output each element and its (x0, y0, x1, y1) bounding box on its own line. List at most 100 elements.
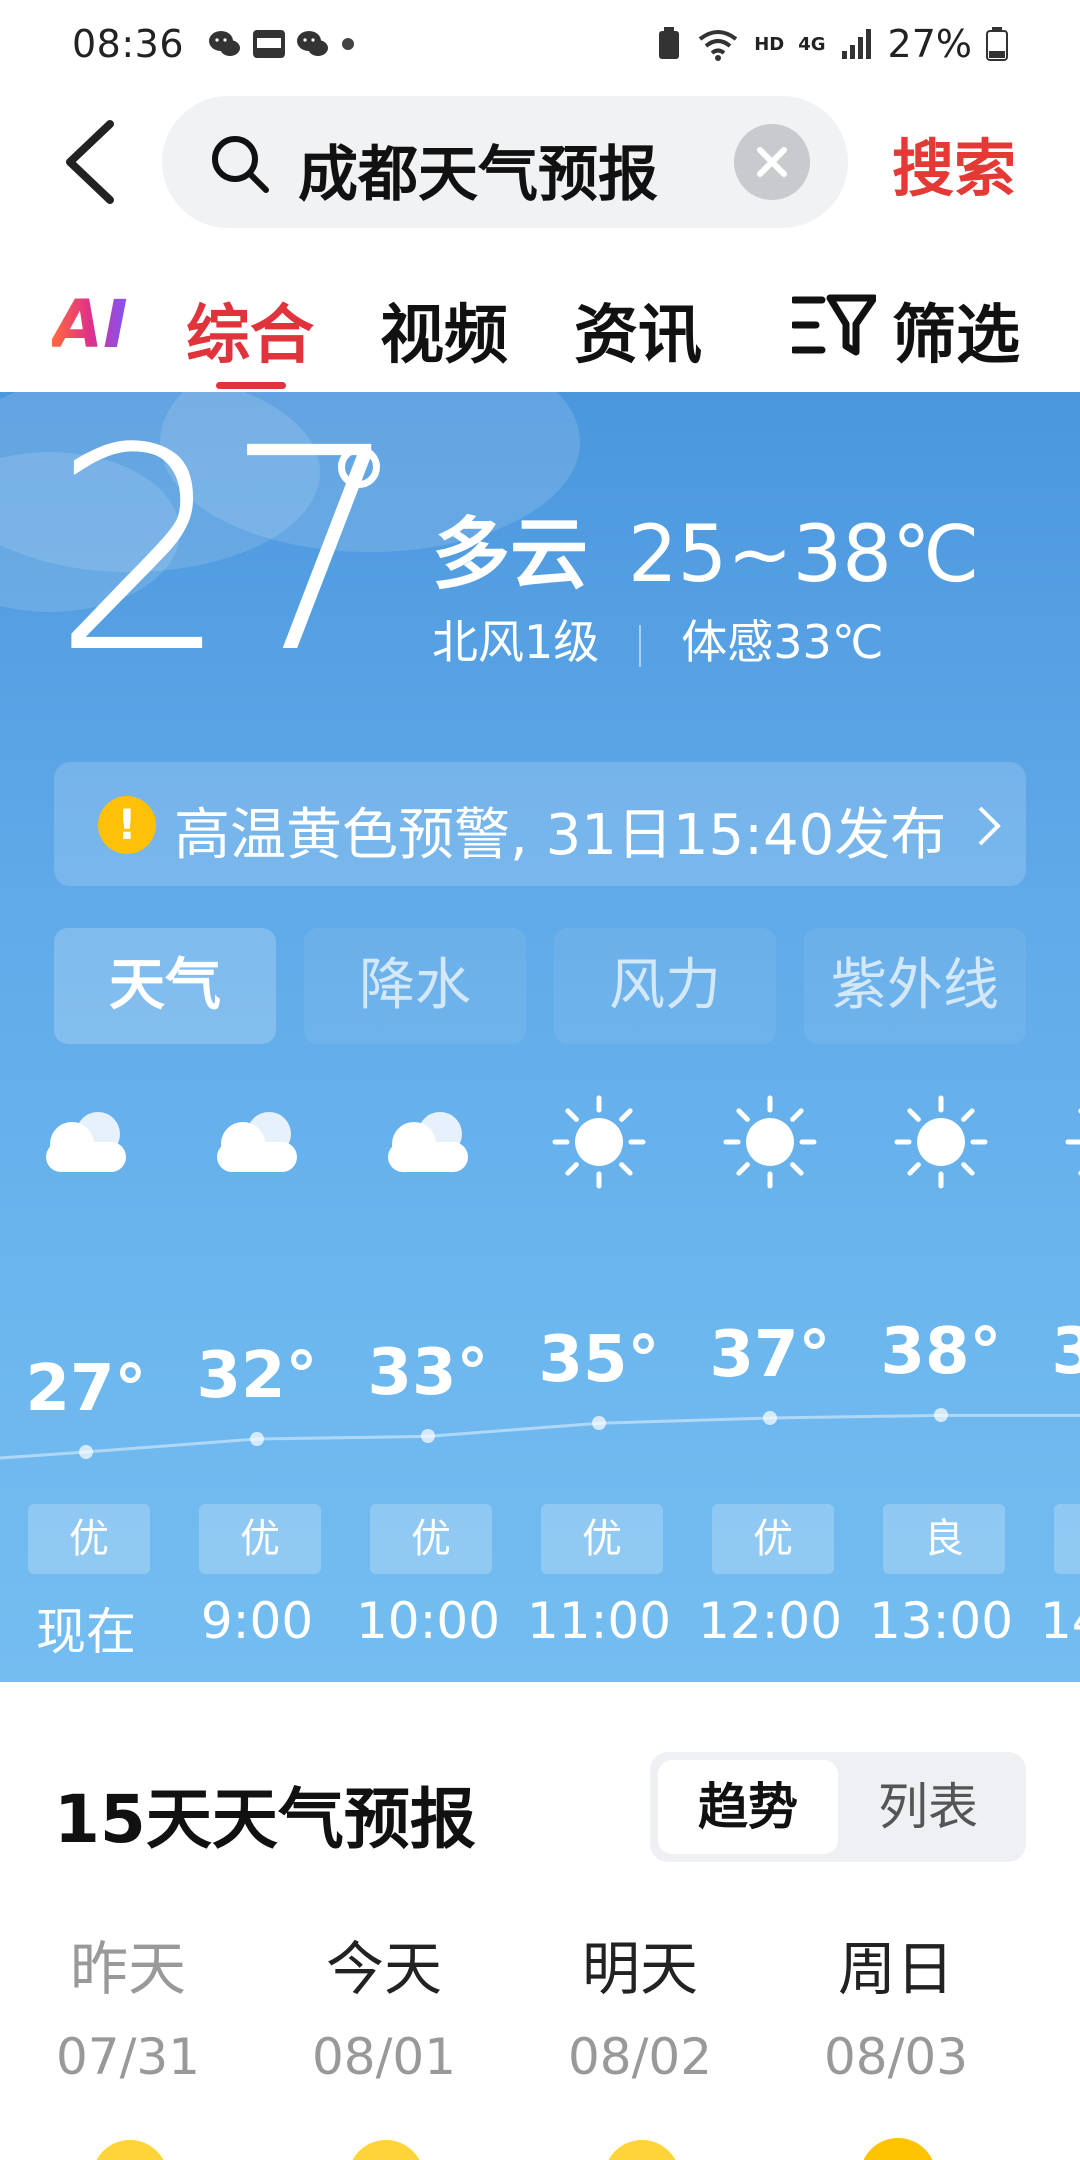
hour-time: 14:00 (1039, 1592, 1080, 1650)
curve-point (421, 1429, 435, 1444)
weather-condition: 多云 (432, 510, 589, 600)
day-date: 08/02 (567, 2028, 713, 2086)
forecast-day[interactable]: 今天 08/01 (274, 1922, 494, 2086)
hour-column[interactable]: 27° 优现在 (0, 1092, 172, 1682)
tab-weather[interactable]: 天气 (54, 928, 276, 1044)
hour-column[interactable]: 35° 优 11:00 (513, 1092, 685, 1682)
forecast-day[interactable]: 昨天 07/31 (18, 1922, 238, 2086)
network-type: 4G (798, 33, 826, 55)
battery-icon (986, 27, 1008, 61)
curve-point (763, 1411, 777, 1425)
air-quality-badge: 优 (541, 1504, 663, 1574)
search-query[interactable]: 成都天气预报 (298, 126, 658, 213)
hour-temperature: 32° (196, 1339, 318, 1413)
hd-indicator: HD (754, 33, 785, 55)
degree-symbol (338, 446, 380, 488)
hour-time: 13:00 (868, 1592, 1014, 1650)
cloud-icon (217, 1112, 297, 1172)
weather-summary: 多云 25~38℃ (432, 492, 979, 604)
search-icon (212, 136, 269, 193)
wechat-icon-2 (297, 31, 329, 56)
air-quality-badge: 优 (712, 1504, 834, 1574)
fifteen-day-forecast: 15天天气预报 趋势 列表 昨天 07/31 今天 08/01 明天 08/02… (0, 1682, 1080, 2160)
feels-like: 体感33℃ (681, 615, 884, 669)
air-quality-badge: 优 (199, 1504, 321, 1574)
sun-icon (723, 1095, 817, 1189)
tab-video[interactable]: 视频 (380, 284, 508, 376)
active-tab-underline (216, 382, 286, 389)
air-quality-badge: 良 (1054, 1504, 1080, 1574)
hour-temperature: 35° (538, 1323, 660, 1398)
signal-icon (841, 29, 871, 59)
close-icon (757, 147, 787, 177)
search-row: 成都天气预报 搜索 (0, 92, 1080, 232)
sun-icon (552, 1095, 646, 1189)
clear-search-button[interactable] (734, 124, 810, 200)
hour-temperature: 38° (1051, 1315, 1080, 1390)
sun-icon (1065, 1108, 1080, 1176)
hour-temperature: 37° (709, 1318, 831, 1392)
tab-news[interactable]: 资讯 (574, 284, 702, 376)
result-tabs: AI 综合 视频 资讯 筛选 (0, 250, 1080, 392)
cloud-icon (388, 1112, 468, 1172)
hourly-forecast[interactable]: 27° 优现在 32° 优 9:00 33° 优 10:00 35° 优 11:00 37° 优 12:0… (0, 1092, 1080, 1682)
wind-level: 北风1级 (432, 615, 600, 669)
hour-column[interactable]: 33° 优 10:00 (342, 1092, 514, 1682)
wind-info: 北风1级 体感33℃ (432, 606, 883, 672)
weather-card[interactable]: 27 多云 25~38℃ 北风1级 体感33℃ ! 高温黄色预警, 31日15:40… (0, 392, 1080, 1682)
cloud-icon (46, 1112, 126, 1172)
wifi-icon (698, 30, 738, 61)
battery-percent: 27% (887, 22, 972, 66)
temp-range: 25~38℃ (628, 510, 980, 600)
status-right: HD 4G 27% (656, 22, 1008, 66)
sun-icon (604, 2140, 680, 2160)
tab-ai[interactable]: AI (52, 286, 128, 363)
hour-temperature: 38° (880, 1315, 1002, 1390)
back-arrow-icon[interactable] (54, 112, 134, 212)
forecast-day[interactable]: 周日 08/03 (786, 1922, 1006, 2086)
day-label: 昨天 (69, 1935, 186, 2003)
toutiao-icon (253, 30, 286, 58)
sun-icon (92, 2140, 168, 2160)
curve-point (79, 1445, 93, 1459)
tab-wind[interactable]: 风力 (554, 928, 776, 1044)
hour-time: 11:00 (526, 1592, 672, 1650)
alert-text: 高温黄色预警, 31日15:40发布 (174, 803, 947, 868)
hour-time: 9:00 (200, 1592, 314, 1650)
wechat-icon (209, 31, 241, 56)
hour-column[interactable]: 38° 良 13:00 (855, 1092, 1027, 1682)
sun-icon (894, 1095, 988, 1189)
day-date: 08/01 (311, 2028, 457, 2086)
filter-icon[interactable] (792, 292, 876, 358)
hour-time: 10:00 (355, 1592, 501, 1650)
hour-column[interactable]: 38° 良 14:00 (1026, 1092, 1080, 1682)
search-input[interactable]: 成都天气预报 (162, 96, 848, 228)
view-list-button[interactable]: 列表 (838, 1760, 1018, 1854)
forecast-title: 15天天气预报 (54, 1781, 476, 1858)
hour-temperature: 27° (25, 1352, 147, 1426)
search-button[interactable]: 搜索 (892, 118, 1016, 208)
hour-temperature: 33° (367, 1336, 489, 1411)
filter-button[interactable]: 筛选 (892, 284, 1020, 376)
day-label: 今天 (325, 1935, 442, 2003)
forecast-day[interactable]: 明天 08/02 (530, 1922, 750, 2086)
day-label: 明天 (581, 1935, 698, 2003)
air-quality-badge: 优 (370, 1504, 492, 1574)
tab-precipitation[interactable]: 降水 (304, 928, 526, 1044)
view-toggle: 趋势 列表 (650, 1752, 1026, 1862)
sun-icon (860, 2138, 936, 2160)
day-label: 周日 (837, 1935, 954, 2003)
view-trend-button[interactable]: 趋势 (658, 1760, 838, 1854)
day-date: 08/03 (823, 2028, 969, 2086)
tab-uv[interactable]: 紫外线 (804, 928, 1026, 1044)
hour-time: 12:00 (697, 1592, 843, 1650)
curve-point (934, 1408, 948, 1423)
tab-comprehensive[interactable]: 综合 (186, 284, 314, 376)
metric-tabs: 天气 降水 风力 紫外线 (54, 928, 1026, 1044)
hour-column[interactable]: 37° 优 12:00 (684, 1092, 856, 1682)
notification-icons (208, 29, 356, 59)
status-bar: 08:36 HD 4G 27% (0, 0, 1080, 88)
hour-column[interactable]: 32° 优 9:00 (171, 1092, 343, 1682)
weather-alert[interactable]: ! 高温黄色预警, 31日15:40发布 (54, 762, 1026, 886)
day-date: 07/31 (55, 2028, 201, 2086)
